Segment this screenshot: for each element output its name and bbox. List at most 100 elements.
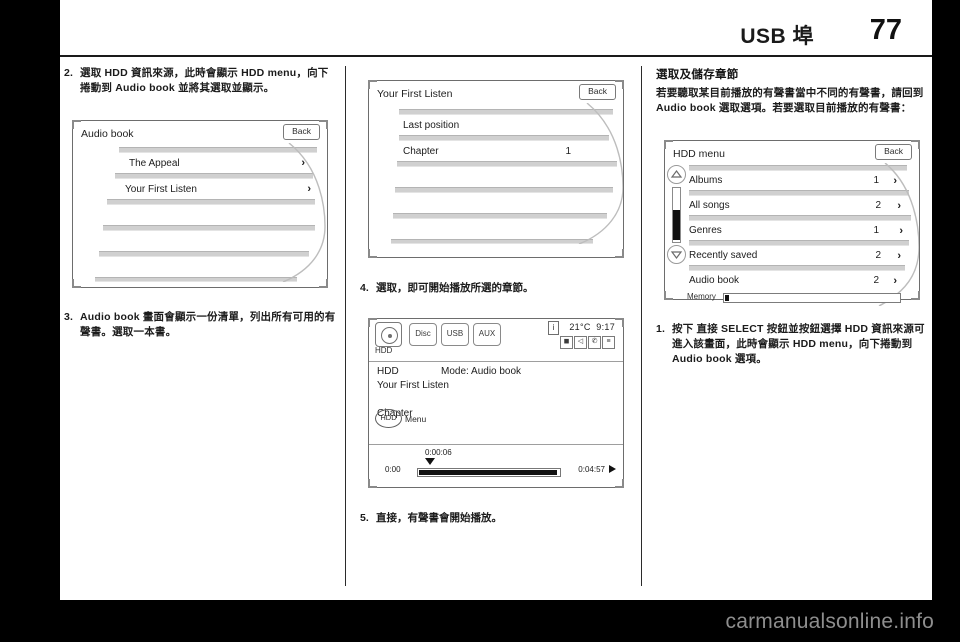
- table-row[interactable]: Genres 1 ›: [665, 221, 919, 240]
- list-item-empty[interactable]: [73, 205, 327, 225]
- step-2-text: 選取 HDD 資訊來源，此時會顯示 HDD menu，向下捲動到 Audio b…: [80, 67, 329, 94]
- screen-corner: [368, 249, 377, 258]
- list-item-empty[interactable]: [369, 219, 623, 239]
- list-item-empty[interactable]: [369, 193, 623, 213]
- source-button-disc[interactable]: Disc: [409, 323, 437, 346]
- list-item-label: Your First Listen: [125, 183, 197, 195]
- back-button[interactable]: Back: [875, 144, 912, 160]
- back-button[interactable]: Back: [283, 124, 320, 140]
- info-icon[interactable]: i: [548, 321, 559, 335]
- list-item-value: 1: [873, 225, 879, 236]
- audio-book-list: The Appeal › Your First Listen ›: [73, 143, 327, 282]
- status-icon-group: ◼ ◁ ✆ ≡: [560, 336, 615, 349]
- progress-bar-fill: [419, 470, 557, 475]
- chevron-right-icon: ›: [893, 274, 897, 287]
- step-5: 5. 直接，有聲書會開始播放。: [360, 511, 632, 526]
- temperature-value: 21°C: [569, 322, 591, 332]
- infotainment-screen-hdd-menu[interactable]: HDD menu Back Albums 1 › All songs 2 › G…: [664, 140, 920, 306]
- column-middle: Your First Listen Back Last position Cha…: [360, 66, 632, 534]
- player-track-title: Your First Listen: [377, 380, 449, 391]
- step-1-text: 按下 直接 SELECT 按鈕並按鈕選擇 HDD 資訊來源可進入該畫面，此時會顯…: [672, 323, 925, 365]
- elapsed-time: 0:00:06: [425, 448, 452, 457]
- hdd-source-icon[interactable]: [375, 322, 402, 347]
- progress-bar[interactable]: [417, 468, 561, 477]
- list-item-value: 1: [565, 145, 571, 157]
- screen-title-bar: Audio book Back: [73, 121, 327, 143]
- hdd-menu-button[interactable]: HDD Menu: [375, 409, 426, 428]
- chevron-right-icon: ›: [899, 224, 903, 237]
- infotainment-screen-first-listen[interactable]: Your First Listen Back Last position Cha…: [368, 80, 624, 258]
- hdd-menu-label: Menu: [405, 413, 427, 424]
- column-divider-1: [345, 66, 346, 586]
- step-5-number: 5.: [360, 512, 369, 524]
- page-title: USB 埠: [740, 25, 814, 48]
- memory-bar: [723, 293, 901, 303]
- start-time: 0:00: [385, 465, 401, 474]
- table-row[interactable]: Audio book 2 ›: [665, 271, 919, 290]
- section-intro-text: 若要聽取某目前播放的有聲書當中不同的有聲書，請回到 Audio book 選取選…: [656, 87, 924, 114]
- step-3-text: Audio book 畫面會顯示一份清單，列出所有可用的有聲書。選取一本書。: [80, 311, 336, 338]
- list-item-empty[interactable]: [73, 231, 327, 251]
- list-item[interactable]: Your First Listen ›: [73, 179, 327, 199]
- list-item-value: 2: [875, 200, 881, 211]
- back-button[interactable]: Back: [579, 84, 616, 100]
- manual-page: USB 埠 77 2. 選取 HDD 資訊來源，此時會顯示 HDD menu，向…: [0, 0, 960, 642]
- memory-row: Memory: [665, 290, 919, 306]
- list-item[interactable]: Last position: [369, 115, 623, 135]
- figure-first-listen-screen: Your First Listen Back Last position Cha…: [360, 66, 632, 272]
- screen-title: Audio book: [81, 128, 134, 140]
- player-source-bar: HDD Disc USB AUX i 21°C 9:17 ◼ ◁ ✆ ≡: [369, 319, 623, 361]
- table-row[interactable]: Albums 1 ›: [665, 171, 919, 190]
- list-item-label: All songs: [689, 200, 730, 211]
- step-2-number: 2.: [64, 67, 74, 79]
- list-item[interactable]: The Appeal ›: [73, 153, 327, 173]
- site-watermark: carmanualsonline.info: [725, 610, 934, 633]
- mute-icon[interactable]: ◼: [560, 336, 573, 349]
- infotainment-screen-player[interactable]: HDD Disc USB AUX i 21°C 9:17 ◼ ◁ ✆ ≡ HDD…: [368, 318, 624, 488]
- memory-bar-fill: [725, 295, 729, 301]
- table-row[interactable]: All songs 2 ›: [665, 196, 919, 215]
- chevron-right-icon: ›: [301, 157, 305, 169]
- step-1-number: 1.: [656, 323, 666, 335]
- list-item[interactable]: Chapter 1: [369, 141, 623, 161]
- play-icon[interactable]: [609, 465, 616, 473]
- memory-label: Memory: [687, 292, 716, 301]
- figure-audio-book-screen: Audio book Back The Appeal › Your First …: [64, 106, 336, 302]
- list-item-label: Last position: [403, 119, 460, 131]
- phone-icon[interactable]: ✆: [588, 336, 601, 349]
- step-3: 3. Audio book 畫面會顯示一份清單，列出所有可用的有聲書。選取一本書…: [64, 310, 336, 340]
- list-item-label: The Appeal: [129, 157, 180, 169]
- source-button-aux[interactable]: AUX: [473, 323, 501, 346]
- end-time: 0:04:57: [578, 465, 605, 474]
- list-item-label: Genres: [689, 225, 722, 236]
- list-item-empty[interactable]: [73, 257, 327, 277]
- clock-value: 9:17: [596, 322, 615, 332]
- first-listen-list: Last position Chapter 1: [369, 103, 623, 244]
- step-4-text: 選取，即可開始播放所選的章節。: [376, 282, 534, 294]
- table-row[interactable]: Recently saved 2 ›: [665, 246, 919, 265]
- chevron-right-icon: ›: [897, 249, 901, 262]
- page-number: 77: [869, 14, 902, 46]
- list-item-label: Chapter: [403, 145, 439, 157]
- chevron-right-icon: ›: [897, 199, 901, 212]
- screen-title-bar: Your First Listen Back: [369, 81, 623, 103]
- step-2: 2. 選取 HDD 資訊來源，此時會顯示 HDD menu，向下捲動到 Audi…: [64, 66, 336, 96]
- figure-hdd-menu-screen: HDD menu Back Albums 1 › All songs 2 › G…: [656, 126, 928, 314]
- screen-title: HDD menu: [673, 148, 725, 160]
- settings-icon[interactable]: ≡: [602, 336, 615, 349]
- list-item-label: Audio book: [689, 275, 740, 286]
- player-progress-area: 0:00:06 0:00 0:04:57: [369, 445, 623, 485]
- infotainment-screen-audio-book[interactable]: Audio book Back The Appeal › Your First …: [72, 120, 328, 288]
- list-item-value: 2: [875, 250, 881, 261]
- sound-icon[interactable]: ◁: [574, 336, 587, 349]
- list-item-empty[interactable]: [369, 167, 623, 187]
- list-item-label: Recently saved: [689, 250, 758, 261]
- status-temperature-clock: 21°C 9:17: [569, 322, 615, 332]
- step-4: 4. 選取，即可開始播放所選的章節。: [360, 281, 632, 296]
- progress-marker-icon[interactable]: [425, 458, 435, 465]
- source-button-usb[interactable]: USB: [441, 323, 469, 346]
- hdd-menu-list: Albums 1 › All songs 2 › Genres 1 › Rece…: [665, 163, 919, 306]
- list-item-value: 1: [873, 175, 879, 186]
- list-rule: [95, 277, 297, 282]
- screen-corner: [615, 249, 624, 258]
